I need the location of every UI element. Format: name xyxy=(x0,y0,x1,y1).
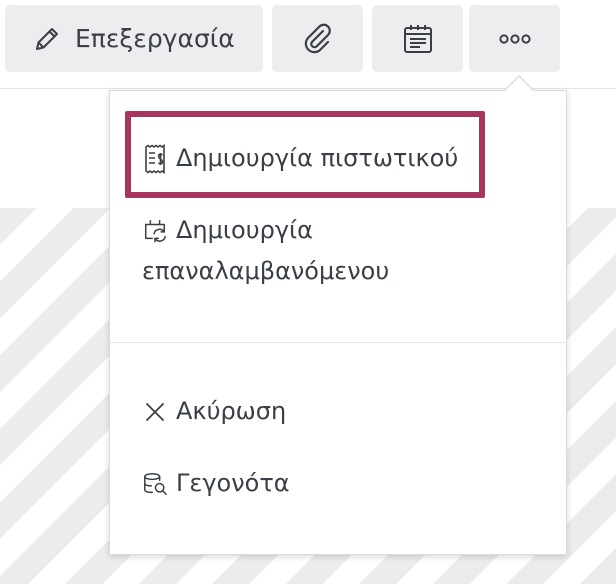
recurring-icon xyxy=(142,210,168,251)
edit-button-label: Επεξεργασία xyxy=(75,24,235,53)
close-icon xyxy=(142,391,168,432)
events-icon xyxy=(142,463,168,504)
menu-item-label: Ακύρωση xyxy=(176,397,287,425)
more-options-button[interactable] xyxy=(469,5,560,72)
paperclip-icon xyxy=(301,22,335,56)
calendar-icon xyxy=(401,22,435,56)
calendar-button[interactable] xyxy=(372,5,463,72)
menu-item-events[interactable]: Γεγονότα xyxy=(142,463,290,504)
menu-item-create-recurring[interactable]: Δημιουργία επαναλαμβανόμενου xyxy=(142,210,522,292)
edit-button[interactable]: Επεξεργασία xyxy=(5,5,263,72)
more-icon xyxy=(498,33,532,45)
menu-caret xyxy=(504,77,534,92)
menu-divider xyxy=(110,342,566,343)
highlight-frame xyxy=(125,111,485,198)
menu-item-label: Δημιουργία επαναλαμβανόμενου xyxy=(142,216,390,285)
menu-item-cancel[interactable]: Ακύρωση xyxy=(142,391,286,432)
attach-button[interactable] xyxy=(272,5,363,72)
menu-item-label: Γεγονότα xyxy=(176,469,290,497)
pencil-icon xyxy=(33,25,61,53)
